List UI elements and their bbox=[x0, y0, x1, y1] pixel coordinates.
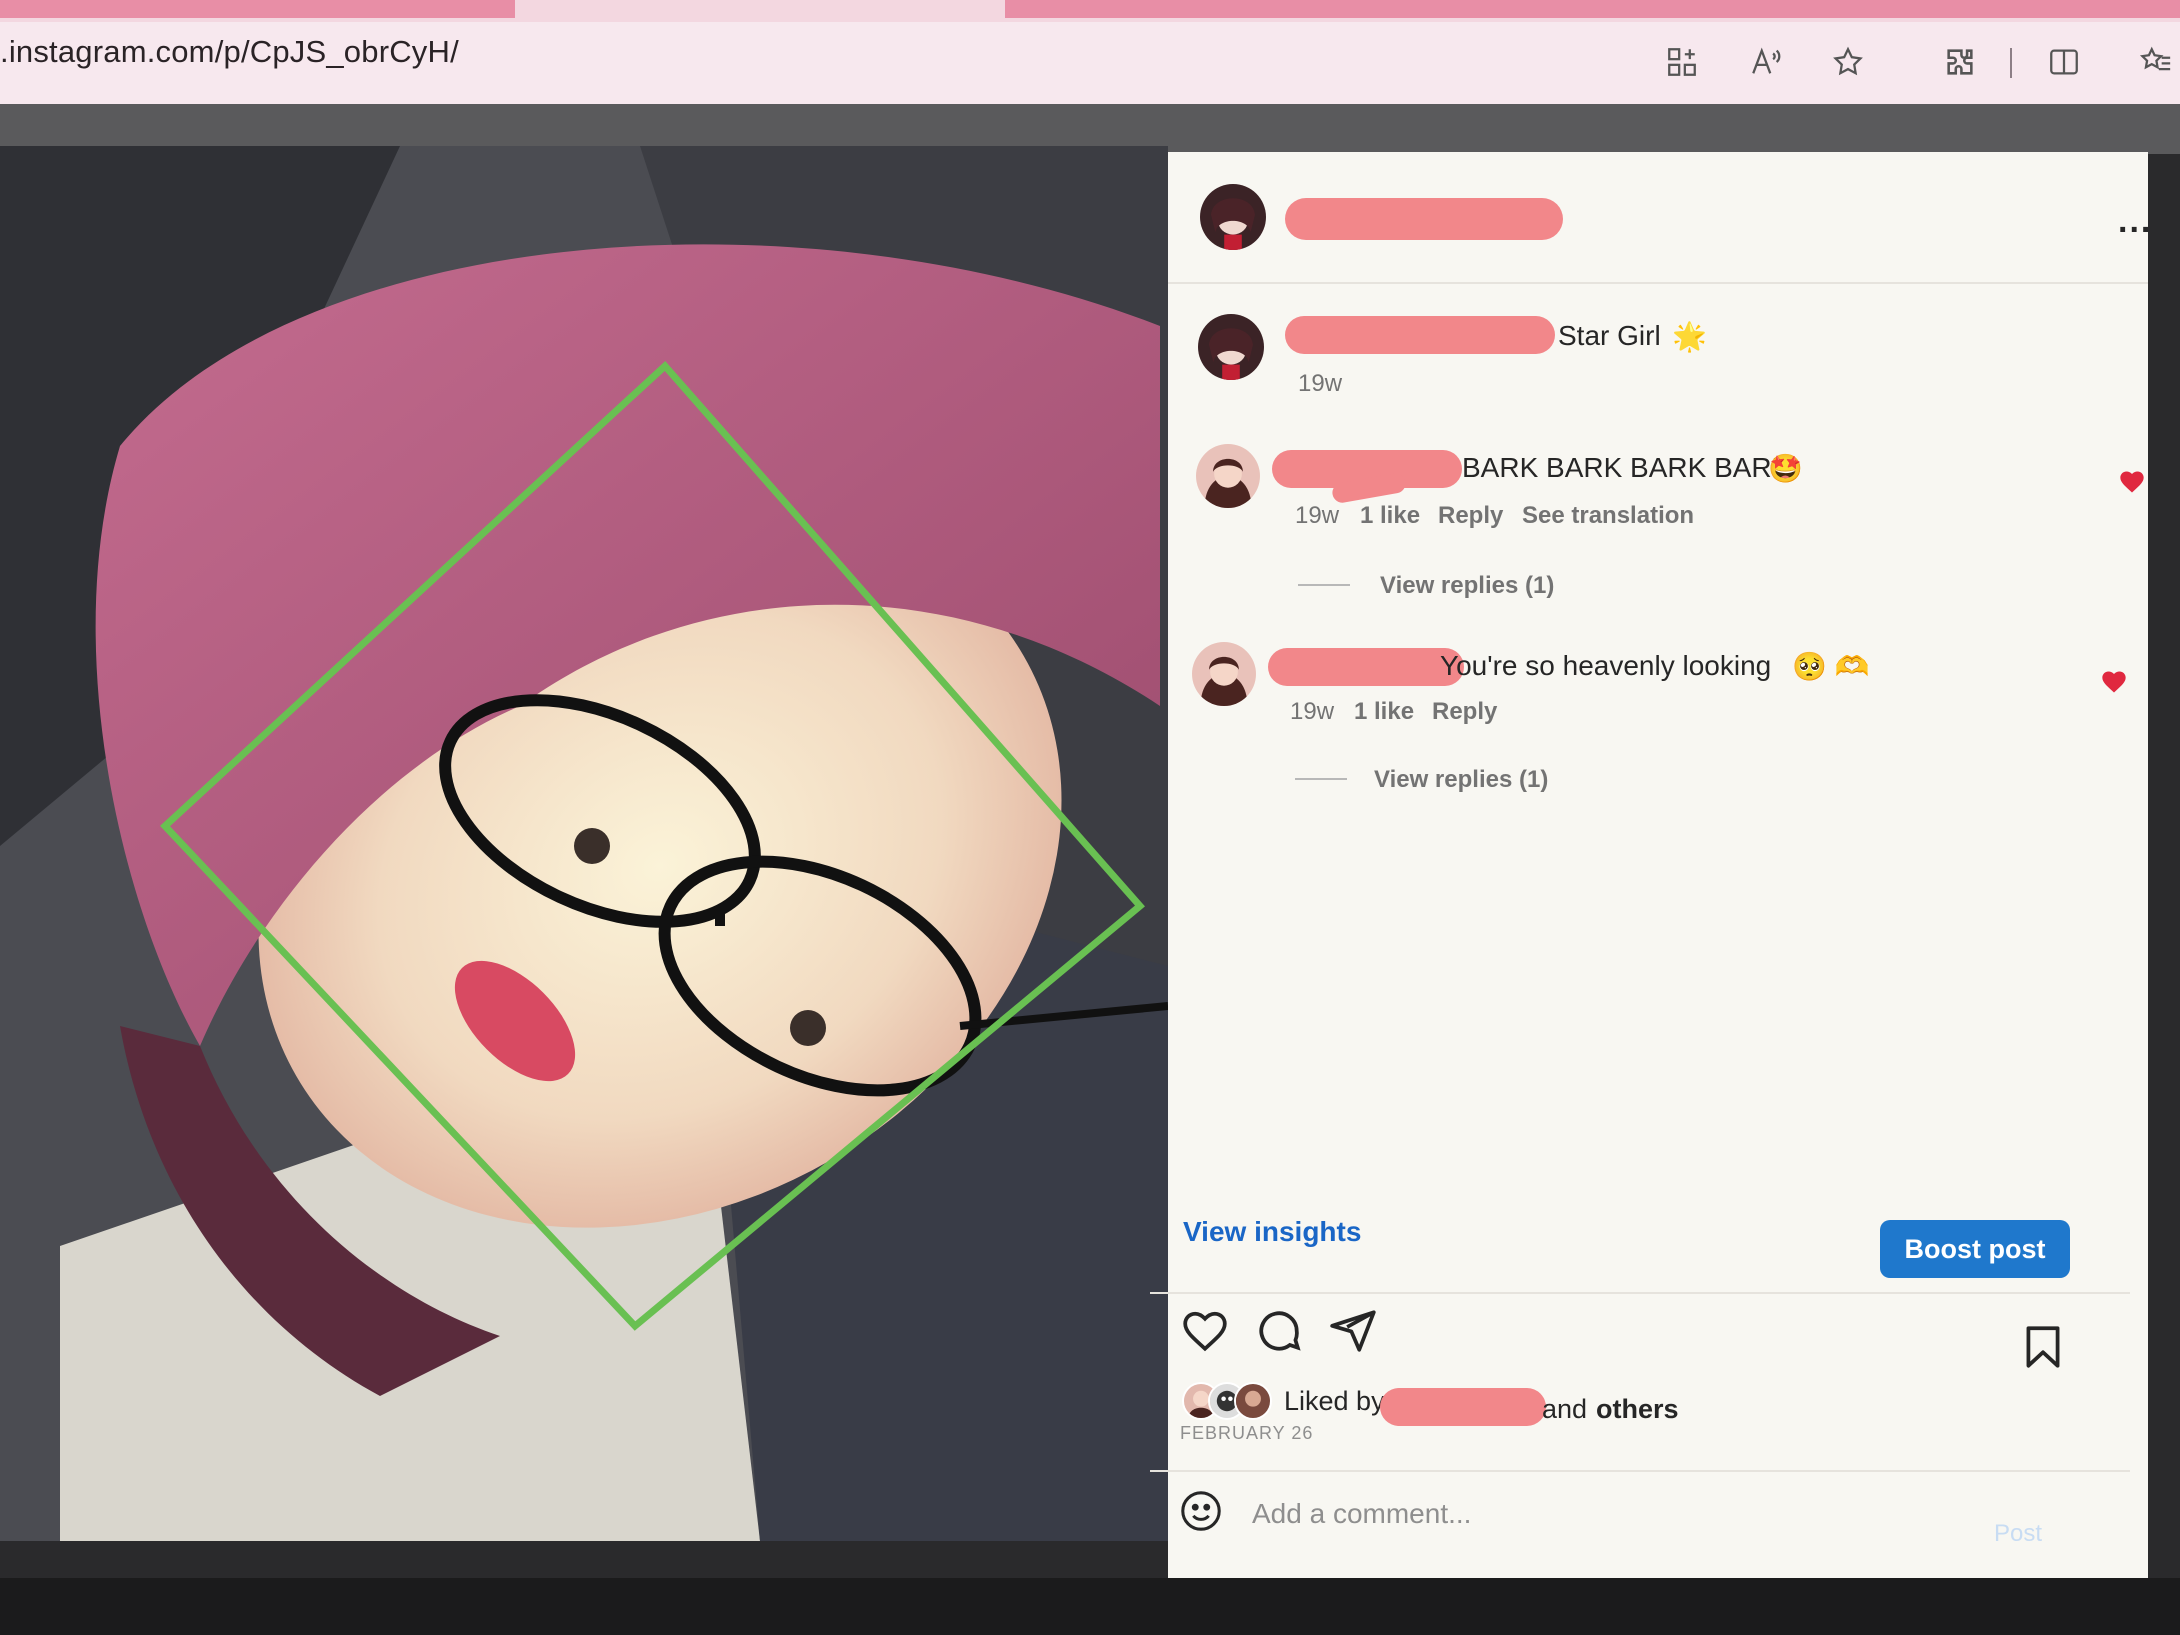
redacted-username bbox=[1285, 316, 1555, 354]
caption-author-avatar[interactable] bbox=[1198, 314, 1264, 380]
caption-emoji: 🌟 bbox=[1672, 321, 1707, 352]
author-avatar[interactable] bbox=[1200, 184, 1266, 250]
liked-by-others-link[interactable]: others bbox=[1596, 1394, 1679, 1425]
like-heart-icon[interactable] bbox=[1180, 1306, 1230, 1356]
emoji-picker-icon[interactable] bbox=[1178, 1488, 1224, 1534]
caption-text: Star Girl bbox=[1558, 320, 1661, 351]
comment-bubble-icon[interactable] bbox=[1254, 1306, 1304, 1356]
comment-text: BARK BARK BARK BARK bbox=[1462, 452, 1791, 483]
add-comment-input[interactable]: Add a comment... bbox=[1252, 1498, 1471, 1530]
monitor-bezel bbox=[0, 1578, 2180, 1635]
view-insights-link[interactable]: View insights bbox=[1183, 1216, 1361, 1248]
comment-time[interactable]: 19w bbox=[1295, 502, 1339, 530]
favorites-list-icon[interactable] bbox=[2138, 44, 2174, 80]
share-send-icon[interactable] bbox=[1328, 1306, 1378, 1356]
view-replies-button[interactable]: View replies (1) bbox=[1380, 572, 1554, 600]
comment-divider bbox=[1150, 1470, 2130, 1472]
comment-liked-heart-icon[interactable] bbox=[2100, 668, 2128, 701]
post-side-panel bbox=[1168, 152, 2148, 1580]
comment-emoji: 🥺 🫶 bbox=[1792, 651, 1870, 682]
reply-button[interactable]: Reply bbox=[1432, 698, 1497, 726]
comment-time[interactable]: 19w bbox=[1290, 698, 1334, 726]
redacted-username bbox=[1285, 198, 1563, 240]
liked-by-and: and bbox=[1542, 1394, 1588, 1424]
favorite-star-icon[interactable] bbox=[1830, 44, 1866, 80]
reply-button[interactable]: Reply bbox=[1438, 502, 1503, 530]
comment-text: You're so heavenly looking bbox=[1440, 650, 1772, 681]
replies-dash bbox=[1295, 778, 1347, 780]
header-divider bbox=[1168, 282, 2148, 284]
commenter-avatar[interactable] bbox=[1192, 642, 1256, 706]
redacted-username bbox=[1268, 648, 1464, 686]
post-date[interactable]: FEBRUARY 26 bbox=[1180, 1423, 1313, 1444]
comment-likes[interactable]: 1 like bbox=[1360, 502, 1420, 530]
comment-emoji: 🤩 bbox=[1768, 453, 1803, 484]
view-replies-button[interactable]: View replies (1) bbox=[1374, 766, 1548, 794]
redacted-username bbox=[1380, 1388, 1546, 1426]
replies-dash bbox=[1298, 584, 1350, 586]
apps-icon[interactable] bbox=[1664, 44, 1700, 80]
actions-divider bbox=[1150, 1292, 2130, 1294]
browser-tab-active[interactable] bbox=[1005, 0, 2180, 18]
see-translation-button[interactable]: See translation bbox=[1522, 502, 1694, 530]
comment-likes[interactable]: 1 like bbox=[1354, 698, 1414, 726]
extensions-icon[interactable] bbox=[1942, 44, 1978, 80]
commenter-avatar[interactable] bbox=[1196, 444, 1260, 508]
liker-avatar[interactable] bbox=[1234, 1382, 1272, 1420]
url-text[interactable]: .instagram.com/p/CpJS_obrCyH/ bbox=[0, 34, 459, 70]
post-photo[interactable] bbox=[0, 146, 1168, 1541]
boost-post-button[interactable]: Boost post bbox=[1880, 1220, 2070, 1278]
save-bookmark-icon[interactable] bbox=[2018, 1322, 2068, 1372]
split-screen-icon[interactable] bbox=[2046, 44, 2082, 80]
caption-time[interactable]: 19w bbox=[1298, 370, 1342, 398]
browser-tab[interactable] bbox=[0, 0, 515, 18]
toolbar-separator bbox=[2010, 48, 2012, 78]
read-aloud-icon[interactable] bbox=[1748, 44, 1784, 80]
post-comment-button[interactable]: Post bbox=[1994, 1520, 2042, 1548]
liked-by-label: Liked by bbox=[1284, 1386, 1385, 1416]
more-options-button[interactable]: ... bbox=[2118, 202, 2152, 241]
comment-liked-heart-icon[interactable] bbox=[2118, 468, 2146, 501]
